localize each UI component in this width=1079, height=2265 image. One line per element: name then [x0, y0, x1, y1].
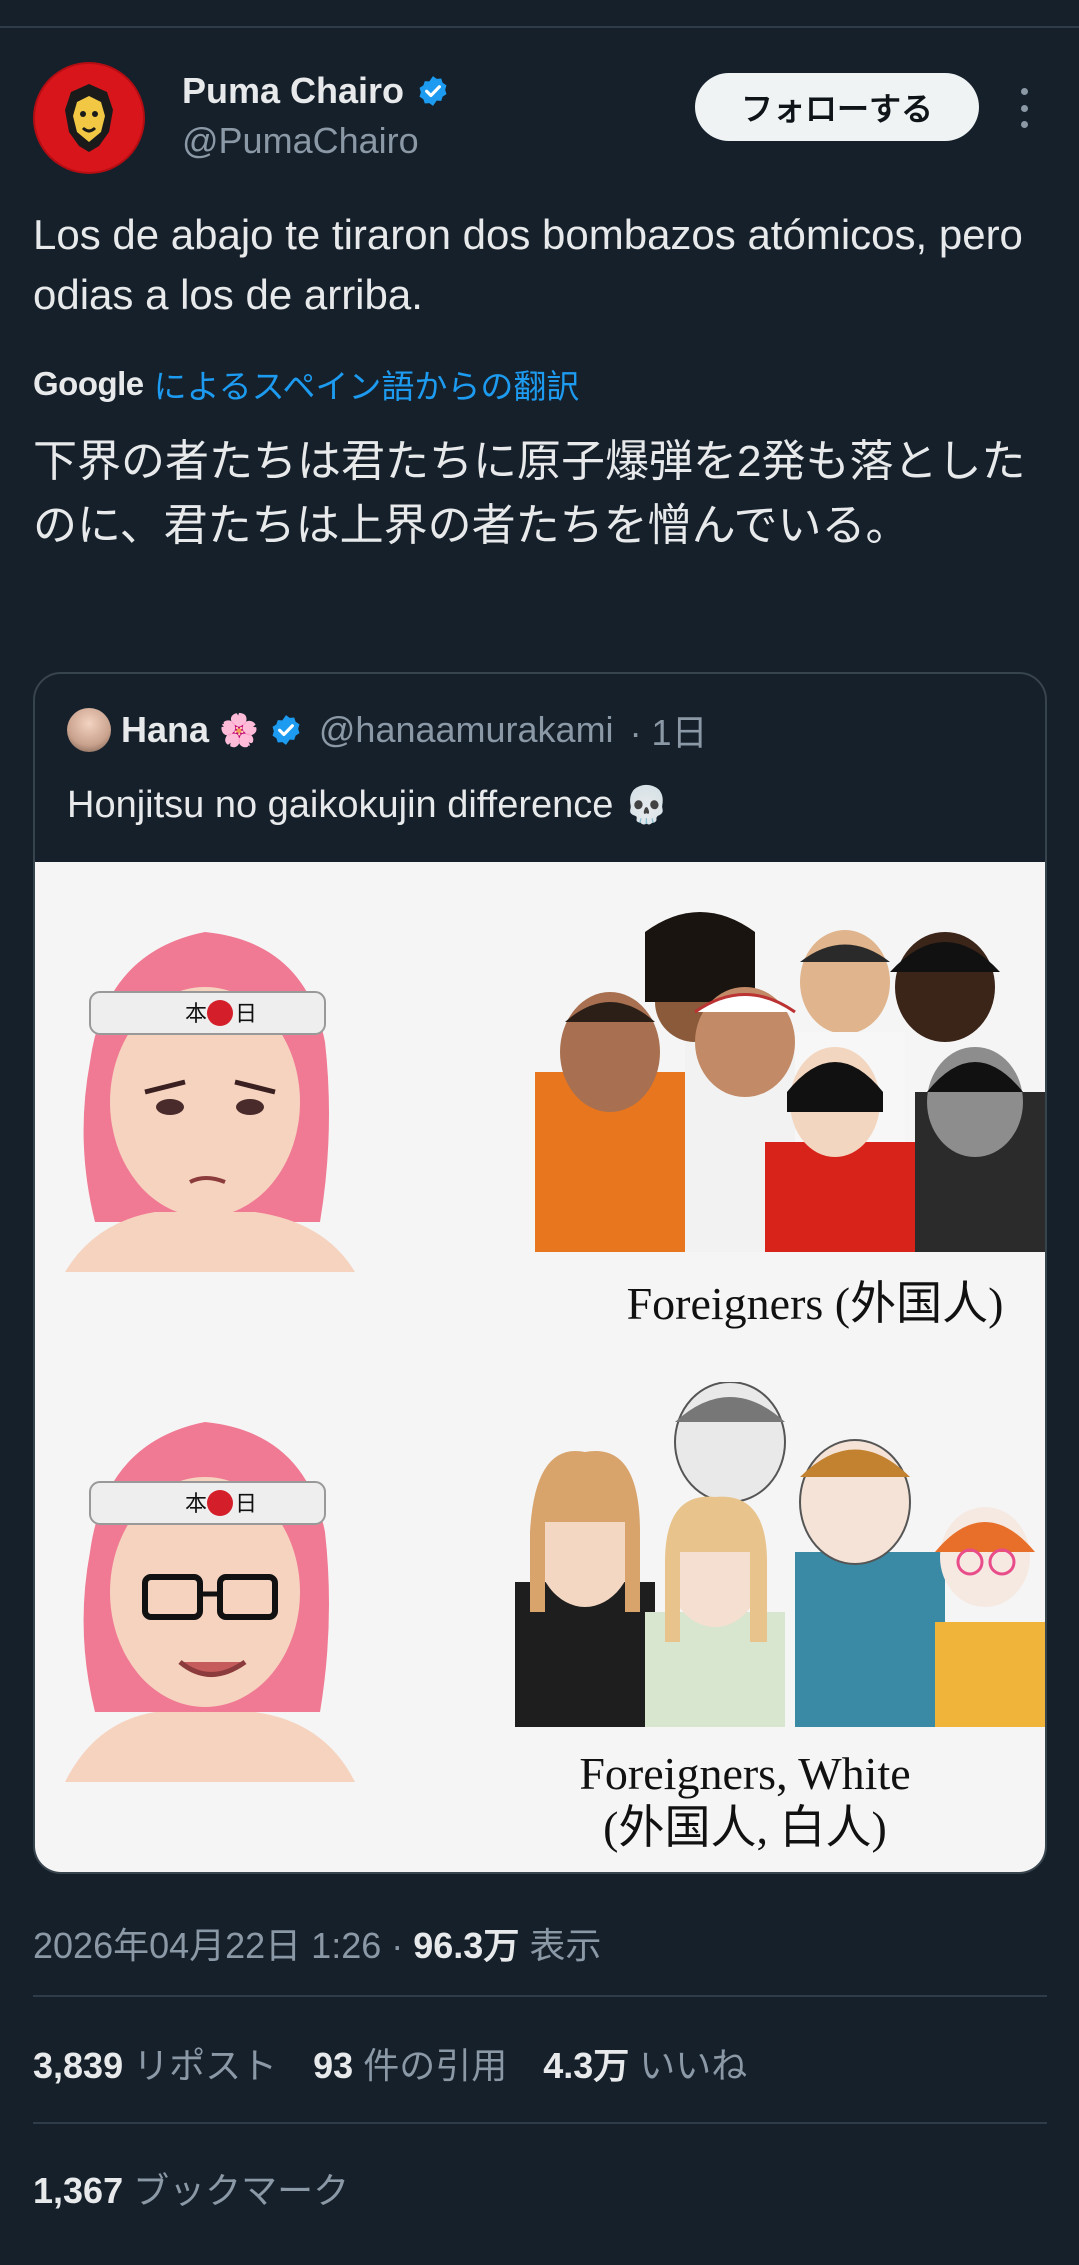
- translation-attribution: Google によるスペイン語からの翻訳: [33, 360, 579, 408]
- quoted-tweet-text: Honjitsu no gaikokujin difference 💀: [67, 784, 669, 827]
- caption-foreigners: Foreigners (外国人): [626, 1278, 1004, 1329]
- quoted-author-handle: @hanaamurakami: [318, 709, 614, 750]
- divider: [33, 2122, 1047, 2124]
- follow-button[interactable]: フォローする: [695, 73, 979, 141]
- meme-image[interactable]: 本 日 Foreigners (外国人) 本 日 Foreigners, Whi…: [35, 862, 1045, 1872]
- happy-girl-illustration: [65, 1422, 355, 1782]
- reposts-stat[interactable]: 3,839 リポスト: [33, 2037, 277, 2089]
- quoted-text-content: Honjitsu no gaikokujin difference: [67, 784, 614, 826]
- view-count: 96.3万: [413, 1925, 520, 1966]
- caption-foreigners-white: Foreigners, White (外国人, 白人): [579, 1748, 911, 1853]
- tweet-text: Los de abajo te tiraron dos bombazos ató…: [33, 211, 1023, 318]
- white-foreigners-group-illustration: [515, 1382, 1045, 1727]
- quoted-tweet-age: · 1日: [629, 712, 708, 753]
- quoted-tweet-header: Hana 🌸 @hanaamurakami · 1日: [67, 704, 708, 756]
- puma-logo-icon: [35, 64, 143, 172]
- angry-girl-illustration: [65, 932, 355, 1272]
- top-divider: [0, 26, 1079, 28]
- quoted-tweet-card[interactable]: Hana 🌸 @hanaamurakami · 1日 Honjitsu no g…: [33, 672, 1047, 1874]
- verified-badge-icon: [419, 76, 447, 106]
- translation-link[interactable]: によるスペイン語からの翻訳: [154, 360, 580, 408]
- google-logo: Google: [33, 365, 144, 402]
- author-name-row: Puma Chairo: [182, 70, 450, 112]
- author-avatar[interactable]: [33, 62, 145, 174]
- divider: [33, 1995, 1047, 1997]
- quoted-author-name: Hana: [121, 709, 210, 750]
- headband-text-bottom: 本 日: [185, 1492, 258, 1517]
- engagement-stats: 3,839 リポスト 93 件の引用 4.3万 いいね: [33, 2037, 783, 2089]
- translated-text: 下界の者たちは君たちに原子爆弾を2発も落としたのに、君たちは上界の者たちを憎んで…: [33, 437, 1026, 550]
- skull-icon: 💀: [623, 784, 669, 825]
- cherry-blossom-icon: 🌸: [219, 712, 259, 748]
- foreigners-group-illustration: [535, 912, 1045, 1252]
- verified-badge-icon: [272, 715, 300, 745]
- quoted-author-avatar: [67, 708, 111, 752]
- author-handle[interactable]: @PumaChairo: [182, 120, 419, 162]
- more-options-icon[interactable]: [1010, 88, 1038, 128]
- likes-stat[interactable]: 4.3万 いいね: [543, 2037, 747, 2089]
- headband-text-top: 本 日: [185, 1002, 258, 1027]
- tweet-timestamp[interactable]: 2026年04月22日 1:26 · 96.3万 表示: [33, 1917, 601, 1969]
- bookmarks-stat[interactable]: 1,367 ブックマーク: [33, 2162, 349, 2214]
- author-name[interactable]: Puma Chairo: [182, 70, 404, 112]
- quotes-stat[interactable]: 93 件の引用: [313, 2037, 507, 2089]
